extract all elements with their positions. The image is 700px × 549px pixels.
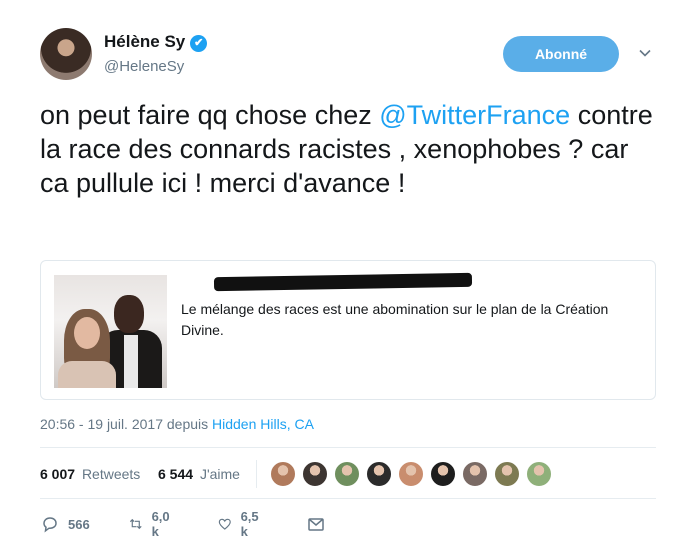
user-handle[interactable]: @HeleneSy	[104, 58, 184, 75]
likes-stat[interactable]: 6 544 J'aime	[158, 466, 240, 482]
like-action[interactable]: 6,5 k	[217, 509, 263, 539]
stats-separator	[256, 460, 257, 488]
photo-figure-head	[114, 295, 144, 333]
likes-count: 6 544	[158, 466, 194, 482]
photo-figure-body	[58, 361, 116, 388]
tweet-metadata: 20:56 - 19 juil. 2017 depuis Hidden Hill…	[40, 416, 314, 432]
tweet-header: Hélène Sy ✔ @HeleneSy Abonné	[40, 28, 660, 84]
liker-avatar[interactable]	[462, 461, 488, 487]
photo-figure-detail	[124, 335, 138, 388]
mention-link[interactable]: @TwitterFrance	[379, 100, 570, 130]
photo-figure-face	[74, 317, 100, 349]
retweets-stat[interactable]: 6 007 Retweets	[40, 466, 140, 482]
retweet-icon[interactable]	[128, 514, 144, 534]
liker-avatar[interactable]	[366, 461, 392, 487]
reply-icon[interactable]	[40, 514, 60, 534]
liker-avatar[interactable]	[430, 461, 456, 487]
envelope-icon[interactable]	[306, 514, 326, 534]
liker-avatar[interactable]	[398, 461, 424, 487]
user-name-text[interactable]: Hélène Sy	[104, 32, 185, 51]
retweet-action[interactable]: 6,0 k	[128, 509, 174, 539]
direct-message-action[interactable]	[306, 512, 326, 536]
reply-action[interactable]: 566	[40, 512, 90, 536]
quoted-tweet[interactable]: Le mélange des races est une abomination…	[40, 260, 656, 400]
liker-avatar[interactable]	[526, 461, 552, 487]
retweets-count: 6 007	[40, 466, 76, 482]
quoted-tweet-text: Le mélange des races est une abomination…	[181, 301, 609, 338]
likes-label: J'aime	[199, 466, 240, 482]
liker-avatar[interactable]	[334, 461, 360, 487]
like-count: 6,5 k	[240, 509, 259, 539]
divider	[40, 498, 656, 499]
divider	[40, 447, 656, 448]
avatar[interactable]	[40, 28, 92, 80]
liker-avatar[interactable]	[494, 461, 520, 487]
tweet-text: on peut faire qq chose chez @TwitterFran…	[40, 98, 660, 200]
heart-icon[interactable]	[217, 514, 233, 534]
follow-button[interactable]: Abonné	[503, 36, 619, 72]
tweet-text-before: on peut faire qq chose chez	[40, 100, 380, 130]
chevron-down-icon[interactable]	[638, 46, 652, 60]
redacted-author	[213, 272, 473, 292]
verified-badge-icon: ✔	[190, 35, 208, 52]
user-name[interactable]: Hélène Sy ✔	[104, 32, 208, 52]
tweet-timestamp[interactable]: 20:56 - 19 juil. 2017 depuis	[40, 416, 212, 432]
quoted-tweet-photo[interactable]	[54, 275, 167, 388]
liker-avatar[interactable]	[270, 461, 296, 487]
tweet-location-link[interactable]: Hidden Hills, CA	[212, 416, 314, 432]
reply-count: 566	[68, 516, 90, 532]
retweets-label: Retweets	[81, 466, 141, 482]
retweet-count: 6,0 k	[151, 509, 170, 539]
liker-avatar[interactable]	[302, 461, 328, 487]
